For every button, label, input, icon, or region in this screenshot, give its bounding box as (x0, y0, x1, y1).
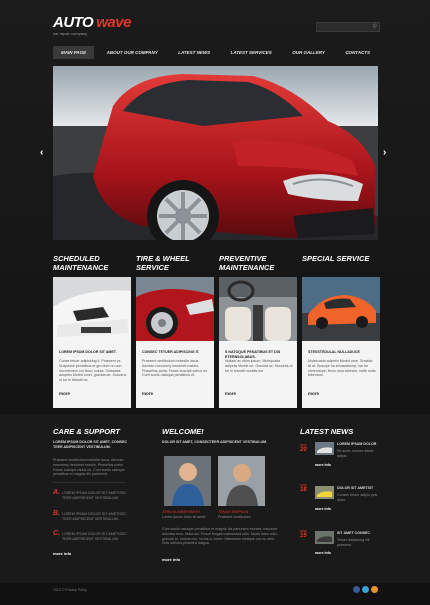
rss-icon[interactable] (371, 586, 378, 593)
service-title-special[interactable]: SPECIAL SERVICE (302, 254, 382, 263)
nav-latest-news[interactable]: LATEST NEWS (170, 46, 218, 59)
card-more-link[interactable]: more (225, 391, 236, 396)
card-heading: LOREM IPSUM DOLOR SIT AMET. (59, 350, 117, 354)
page: AUTO wave car repair company ⚲ MAIN PAGE … (0, 0, 430, 605)
person2-photo[interactable] (218, 456, 265, 506)
card-heading: STESSTEDULAL NULLADUCE (308, 350, 360, 354)
latest-news-title: LATEST NEWS (300, 427, 354, 436)
card-image-orange-car[interactable] (302, 277, 380, 341)
card-image-car-interior[interactable] (219, 277, 297, 341)
main-nav: MAIN PAGE ABOUT OUR COMPANY LATEST NEWS … (53, 46, 378, 59)
person1-caption: Lorem ipsum dolor sit amet (162, 515, 206, 519)
card-more-link[interactable]: more (308, 391, 319, 396)
news3-thumb[interactable] (315, 531, 334, 544)
search-input[interactable]: ⚲ (316, 22, 380, 32)
service-title-scheduled[interactable]: SCHEDULED MAINTENANCE (53, 254, 133, 272)
service-title-preventive[interactable]: PREVENTIVE MAINTENANCE (219, 254, 299, 272)
care-support-title: CARE & SUPPORT (53, 427, 120, 436)
news1-more-link[interactable]: more info (315, 463, 331, 467)
person2-caption: Praesent vestibulum (218, 515, 251, 519)
service-title-tire[interactable]: TIRE & WHEEL SERVICE (136, 254, 216, 272)
welcome-intro: DOLOR SIT AMET, CONSECTEER ADIPISCENT VE… (162, 440, 268, 444)
card-heading: CONSEC TETUER ADIPISCING IT. (142, 350, 200, 354)
news1-thumb[interactable] (315, 442, 334, 455)
facebook-icon[interactable] (353, 586, 360, 593)
service-card: STESSTEDULAL NULLADUCE Mulesuada adipeli… (302, 277, 380, 408)
service-card: S NATOQUE PENATIBUS ET DIS ETERNSOLABUS.… (219, 277, 297, 408)
news3-more-link[interactable]: more info (315, 551, 331, 555)
card-text: Praesent vestibulum molestie lacus. Aene… (142, 359, 208, 378)
card-text: Mulesuada adipelis Morbit ume, Gravida a… (308, 359, 376, 378)
news2-heading[interactable]: DOLOR SIT AMETSIT (337, 486, 382, 491)
nav-latest-services[interactable]: LATEST SERVICES (223, 46, 280, 59)
card-text: Conse tetuer adipiscing it. Praesent ve.… (59, 359, 127, 383)
card-more-link[interactable]: more (142, 391, 153, 396)
news2-day: 18 (300, 487, 307, 493)
divider (53, 482, 126, 483)
card-image-white-car[interactable] (53, 277, 131, 341)
logo-wave: wave (96, 14, 131, 31)
news2-text: Consec tetuer adipis quis dolor. (337, 493, 378, 502)
logo[interactable]: AUTO wave (53, 14, 131, 31)
news1-day: 20 (300, 447, 307, 453)
service-card: LOREM IPSUM DOLOR SIT AMET. Conse tetuer… (53, 277, 131, 408)
card-text: Nullam ac ribus ipsum. Mulequada adipeli… (225, 359, 293, 373)
service-card: CONSEC TETUER ADIPISCING IT. Praesent ve… (136, 277, 214, 408)
person1-name: JOHN SUMMERSMITH (162, 510, 200, 514)
care-intro-text: Praesent vestibulum molestie lacus. Aene… (53, 458, 125, 477)
nav-gallery[interactable]: OUR GALLERY (284, 46, 333, 59)
welcome-title: WELCOME! (162, 427, 204, 436)
news1-heading[interactable]: LOREM IPSUM DOLOR (337, 442, 382, 447)
card-heading: S NATOQUE PENATIBUS ET DIS ETERNSOLABUS. (225, 350, 281, 359)
card-image-red-car-wheel[interactable] (136, 277, 214, 341)
hero-slider-image (53, 66, 378, 240)
care-item-b-text[interactable]: LOREM IPSUM DOLOR SIT AMETISEC TEER ADIP… (62, 512, 130, 522)
news2-more-link[interactable]: more info (315, 507, 331, 511)
news3-day: 15 (300, 533, 307, 539)
card-more-link[interactable]: more (59, 391, 70, 396)
care-item-a-letter: A. (53, 489, 60, 496)
nav-contacts[interactable]: CONTACTS (337, 46, 378, 59)
care-item-c-text[interactable]: LOREM IPSUM DOLOR SIT AMETISEC TEER ADIP… (62, 532, 130, 542)
care-item-a-text[interactable]: LOREM IPSUM DOLOR SIT AMETISEC TEER ADIP… (62, 491, 130, 501)
nav-about[interactable]: ABOUT OUR COMPANY (99, 46, 166, 59)
logo-auto: AUTO (53, 14, 94, 31)
footer-copyright: 2013 © Privacy Policy (53, 588, 88, 592)
tagline: car repair company (53, 31, 88, 36)
care-more-info-link[interactable]: more info (53, 551, 71, 556)
news3-heading[interactable]: SIT AMET CONSEC (337, 531, 382, 536)
welcome-body: Cum sociis natoque penatibus et magnis d… (162, 527, 278, 546)
slider-next-arrow[interactable]: › (383, 147, 386, 158)
slider-prev-arrow[interactable]: ‹ (40, 147, 43, 158)
twitter-icon[interactable] (362, 586, 369, 593)
person2-name: TOMAS SIMPSON (218, 510, 249, 514)
care-item-c-letter: C. (53, 530, 60, 537)
news2-thumb[interactable] (315, 486, 334, 499)
welcome-more-info-link[interactable]: more info (162, 557, 180, 562)
person1-photo[interactable] (164, 456, 211, 506)
nav-main-page[interactable]: MAIN PAGE (53, 46, 95, 59)
care-item-b-letter: B. (53, 510, 60, 517)
care-intro: LOREM IPSUM DOLOR SIT AMET, CONSEC TEER … (53, 440, 127, 449)
news1-text: Sit amet, consec tetuer adipis. (337, 449, 374, 458)
news3-text: Tetuer adipiscing elit praesent. (337, 538, 370, 547)
search-icon[interactable]: ⚲ (373, 23, 377, 31)
